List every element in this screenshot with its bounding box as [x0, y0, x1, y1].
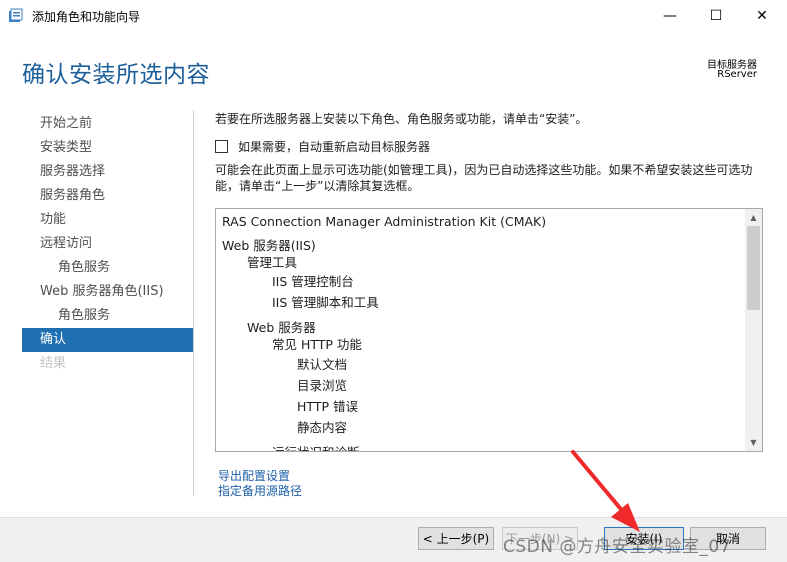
nav-item-before-you-begin[interactable]: 开始之前 [22, 112, 193, 136]
watermark: CSDN @方舟安全实验室_07 [503, 537, 732, 557]
restart-checkbox[interactable] [215, 140, 228, 153]
intro-text: 若要在所选服务器上安装以下角色、角色服务或功能，请单击“安装”。 [215, 112, 588, 126]
close-icon: ✕ [756, 8, 768, 24]
nav-item-features[interactable]: 功能 [22, 208, 193, 232]
list-item: 默认文档 [297, 357, 348, 372]
minimize-icon: — [663, 8, 677, 24]
page-title: 确认安装所选内容 [22, 62, 210, 88]
list-item: IIS 管理脚本和工具 [272, 295, 379, 310]
restart-checkbox-label[interactable]: 如果需要，自动重新启动目标服务器 [238, 138, 430, 155]
list-item: RAS Connection Manager Administration Ki… [222, 214, 547, 229]
nav-item-remote-access[interactable]: 远程访问 [22, 232, 193, 256]
list-item: 管理工具 [247, 255, 298, 270]
nav-item-confirmation[interactable]: 确认 [22, 328, 193, 352]
wizard-nav: 开始之前 安装类型 服务器选择 服务器角色 功能 远程访问 角色服务 Web 服… [22, 112, 193, 376]
previous-button[interactable]: < 上一步(P) [418, 527, 494, 550]
alternate-source-link[interactable]: 指定备用源路径 [218, 482, 302, 499]
title-bar: 添加角色和功能向导 — ☐ ✕ [0, 0, 787, 32]
features-scrollbar[interactable]: ▲ ▼ [745, 209, 762, 451]
nav-item-web-server-role[interactable]: Web 服务器角色(IIS) [22, 280, 193, 304]
minimize-button[interactable]: — [647, 0, 693, 32]
maximize-button[interactable]: ☐ [693, 0, 739, 32]
list-item: 常见 HTTP 功能 [272, 337, 362, 352]
scroll-down-arrow-icon[interactable]: ▼ [745, 434, 762, 451]
target-server-value: RServer [717, 69, 757, 80]
nav-divider [193, 110, 194, 496]
list-item: 目录浏览 [297, 378, 348, 393]
list-item: 静态内容 [297, 420, 348, 435]
scroll-thumb[interactable] [747, 226, 760, 310]
scroll-up-arrow-icon[interactable]: ▲ [745, 209, 762, 226]
list-item: IIS 管理控制台 [272, 274, 354, 289]
nav-item-role-services-iis[interactable]: 角色服务 [22, 304, 193, 328]
optional-features-note: 可能会在此页面上显示可选功能(如管理工具)，因为已自动选择这些功能。如果不希望安… [215, 163, 753, 193]
list-item: HTTP 错误 [297, 399, 358, 414]
nav-item-installation-type[interactable]: 安装类型 [22, 136, 193, 160]
close-button[interactable]: ✕ [739, 0, 785, 32]
window-title: 添加角色和功能向导 [32, 10, 141, 24]
nav-item-results: 结果 [40, 356, 67, 371]
features-list-content: RAS Connection Manager Administration Ki… [216, 209, 745, 451]
server-manager-icon [9, 8, 23, 22]
nav-item-server-selection[interactable]: 服务器选择 [22, 160, 193, 184]
restart-option[interactable]: 如果需要，自动重新启动目标服务器 [215, 138, 430, 155]
nav-item-server-roles[interactable]: 服务器角色 [22, 184, 193, 208]
maximize-icon: ☐ [709, 8, 723, 24]
features-list[interactable]: RAS Connection Manager Administration Ki… [215, 208, 763, 452]
nav-item-role-services-ra[interactable]: 角色服务 [22, 256, 193, 280]
list-item: 运行状况和诊断 [272, 442, 360, 451]
